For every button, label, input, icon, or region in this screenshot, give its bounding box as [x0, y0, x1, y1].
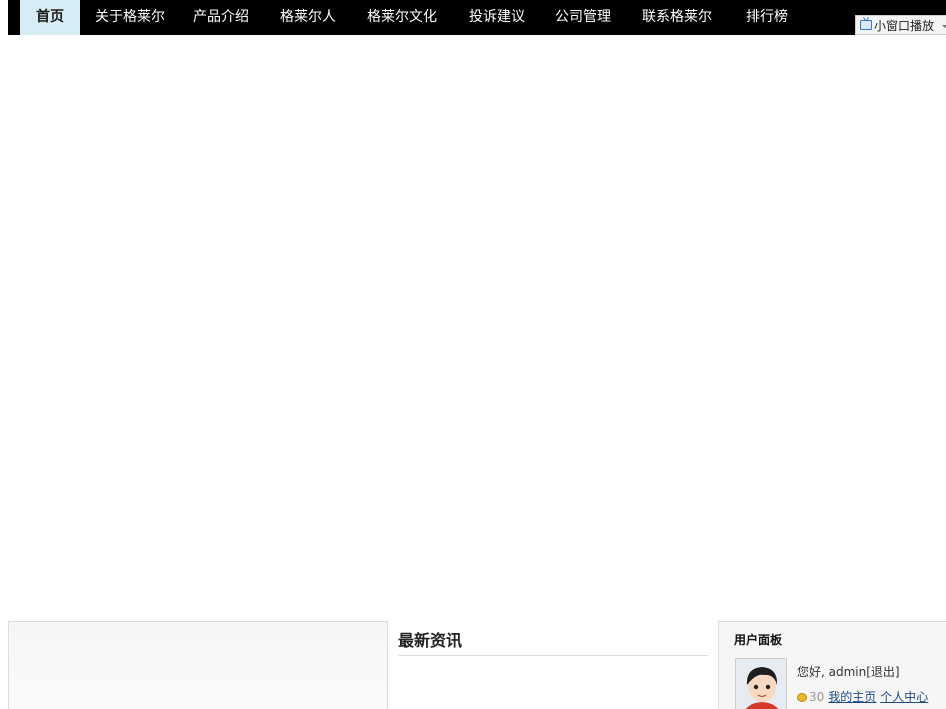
- avatar[interactable]: [735, 658, 787, 709]
- top-navigation-bar: 首页 关于格莱尔 产品介绍 格莱尔人 格莱尔文化 投诉建议 公司管理 联系格莱尔…: [8, 0, 946, 35]
- my-home-link[interactable]: 我的主页: [828, 690, 876, 704]
- user-points-row: 30 我的主页 个人中心: [797, 688, 928, 705]
- chevron-down-icon: [942, 25, 946, 28]
- news-divider: [398, 655, 708, 656]
- user-panel-title: 用户面板: [734, 633, 783, 647]
- mini-window-play-button[interactable]: 小窗口播放: [855, 15, 946, 35]
- nav-item-contact[interactable]: 联系格莱尔: [635, 0, 719, 35]
- tv-icon: [860, 20, 872, 30]
- mini-window-play-label: 小窗口播放: [874, 19, 935, 33]
- user-panel: 用户面板 您好, admin[退出] 30 我的主页 个人中心: [718, 621, 946, 709]
- avatar-illustration: [736, 659, 786, 709]
- user-greeting: 您好, admin[退出]: [797, 665, 900, 679]
- news-section-title: 最新资讯: [398, 631, 463, 650]
- nav-item-people[interactable]: 格莱尔人: [273, 0, 343, 35]
- user-points: 30: [809, 690, 825, 704]
- nav-item-ranking[interactable]: 排行榜: [737, 0, 797, 35]
- nav-item-complaints[interactable]: 投诉建议: [462, 0, 532, 35]
- coin-icon: [797, 693, 807, 702]
- nav-item-about[interactable]: 关于格莱尔: [88, 0, 172, 35]
- featured-content-box: [8, 621, 388, 709]
- nav-item-company-management[interactable]: 公司管理: [548, 0, 618, 35]
- personal-center-link[interactable]: 个人中心: [880, 690, 928, 704]
- nav-item-culture[interactable]: 格莱尔文化: [360, 0, 444, 35]
- nav-item-products[interactable]: 产品介绍: [186, 0, 256, 35]
- nav-item-home[interactable]: 首页: [20, 0, 80, 35]
